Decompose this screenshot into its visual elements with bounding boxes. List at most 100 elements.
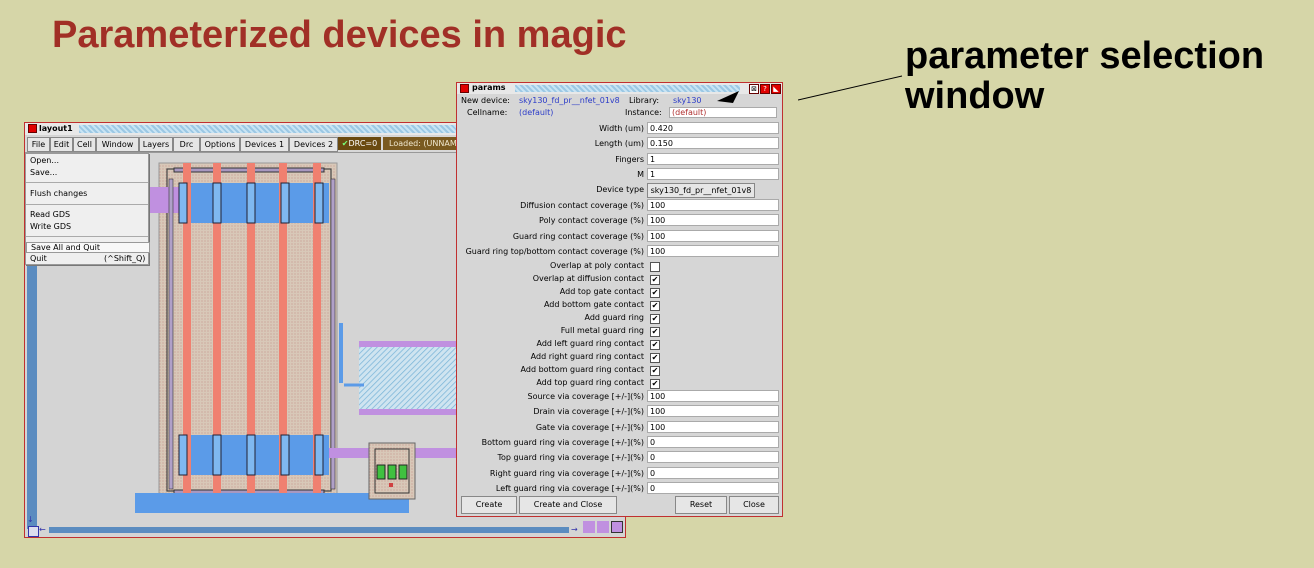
annotation-line-2: window xyxy=(905,75,1045,117)
menu-cell[interactable]: Cell xyxy=(73,137,96,152)
source-via-label: Source via coverage [+/-](%) xyxy=(527,392,644,401)
guard-ring-checkbox[interactable]: ✔ xyxy=(650,314,660,324)
checkbox-label: Add guard ring xyxy=(584,313,644,322)
params-window-title: params xyxy=(472,83,506,92)
menu-item-save-all-quit[interactable]: Save All and Quit xyxy=(26,242,150,253)
checkbox-label: Overlap at diffusion contact xyxy=(532,274,644,283)
layer-swatch-3[interactable] xyxy=(611,521,623,533)
metal-array-li-bottom xyxy=(359,409,469,415)
poly-coverage-label: Poly contact coverage (%) xyxy=(539,216,644,225)
instance-field[interactable]: (default) xyxy=(669,107,777,118)
m-label: M xyxy=(637,170,644,179)
device-type-selector[interactable]: sky130_fd_pr__nfet_01v8 xyxy=(647,183,755,198)
top-guard-via-input[interactable]: 0 xyxy=(647,451,779,463)
menu-layers[interactable]: Layers xyxy=(139,137,173,152)
checkbox-label: Add top gate contact xyxy=(559,287,644,296)
arrow-down-icon[interactable]: ↓ xyxy=(27,515,37,525)
source-via-input[interactable]: 100 xyxy=(647,390,779,402)
width-label: Width (um) xyxy=(599,124,644,133)
checkbox-label: Add bottom guard ring contact xyxy=(520,365,644,374)
library-value[interactable]: sky130 xyxy=(673,96,702,105)
right-guard-via-label: Right guard ring via coverage [+/-](%) xyxy=(489,469,644,478)
cursor-pointer-icon xyxy=(717,91,739,103)
callout-line xyxy=(798,75,903,101)
bottom-gate-contact-checkbox[interactable]: ✔ xyxy=(650,301,660,311)
help-icon[interactable]: ? xyxy=(760,84,770,94)
menu-devices-1[interactable]: Devices 1 xyxy=(240,137,289,152)
menu-devices-2[interactable]: Devices 2 xyxy=(289,137,338,152)
metal-array-region xyxy=(359,343,469,413)
top-gate-contact-checkbox[interactable]: ✔ xyxy=(650,288,660,298)
menu-separator xyxy=(26,204,148,205)
cellname-value[interactable]: (default) xyxy=(519,108,553,117)
horizontal-scrollbar[interactable] xyxy=(49,527,569,533)
source-contact-1 xyxy=(178,182,188,224)
left-guard-via-input[interactable]: 0 xyxy=(647,482,779,494)
right-guard-contact-checkbox[interactable]: ✔ xyxy=(650,353,660,363)
diffusion-coverage-input[interactable]: 100 xyxy=(647,199,779,211)
menu-item-open[interactable]: Open... xyxy=(30,156,59,165)
close-button[interactable]: Close xyxy=(729,496,779,514)
drain-contact-1 xyxy=(212,182,222,224)
checkbox-label: Overlap at poly contact xyxy=(550,261,644,270)
length-label: Length (um) xyxy=(594,139,644,148)
check-icon: ✔ xyxy=(341,139,349,148)
gate-via-input[interactable]: 100 xyxy=(647,421,779,433)
maximize-icon[interactable]: ◣ xyxy=(771,84,781,94)
menu-item-quit[interactable]: Quit xyxy=(30,254,47,263)
right-guard-via-input[interactable]: 0 xyxy=(647,467,779,479)
menu-edit[interactable]: Edit xyxy=(50,137,73,152)
menu-item-write-gds[interactable]: Write GDS xyxy=(30,222,71,231)
fingers-input[interactable]: 1 xyxy=(647,153,779,165)
bottom-guard-contact-checkbox[interactable]: ✔ xyxy=(650,366,660,376)
top-guard-contact-checkbox[interactable]: ✔ xyxy=(650,379,660,389)
close-icon[interactable] xyxy=(460,84,469,93)
reset-button[interactable]: Reset xyxy=(675,496,727,514)
menu-item-read-gds[interactable]: Read GDS xyxy=(30,210,70,219)
menu-item-quit-shortcut: (^Shift_Q) xyxy=(104,254,146,263)
gate-via-label: Gate via coverage [+/-](%) xyxy=(535,423,644,432)
guard-ring-coverage-input[interactable]: 100 xyxy=(647,230,779,242)
arrow-left-icon[interactable]: ← xyxy=(39,525,46,534)
source-contact-6 xyxy=(314,434,324,476)
arrow-right-icon[interactable]: → xyxy=(571,525,578,534)
overlap-diffusion-checkbox[interactable]: ✔ xyxy=(650,275,660,285)
layer-swatch-1[interactable] xyxy=(583,521,595,533)
menu-window[interactable]: Window xyxy=(96,137,139,152)
close-icon[interactable] xyxy=(28,124,37,133)
bottom-guard-via-input[interactable]: 0 xyxy=(647,436,779,448)
m-input[interactable]: 1 xyxy=(647,168,779,180)
layer-swatch-2[interactable] xyxy=(597,521,609,533)
menu-separator xyxy=(26,236,148,237)
menu-drc[interactable]: Drc xyxy=(173,137,200,152)
menu-options[interactable]: Options xyxy=(200,137,240,152)
create-button[interactable]: Create xyxy=(461,496,517,514)
full-metal-guard-ring-checkbox[interactable]: ✔ xyxy=(650,327,660,337)
new-device-value[interactable]: sky130_fd_pr__nfet_01v8 xyxy=(519,96,620,105)
small-device-contact-2 xyxy=(387,464,397,480)
drain-via-input[interactable]: 100 xyxy=(647,405,779,417)
file-menu-dropdown: Open... Save... Flush changes Read GDS W… xyxy=(25,153,150,265)
length-input[interactable]: 0.150 xyxy=(647,137,779,149)
annotation-label: parameter selection window xyxy=(905,36,1264,116)
drc-status-text: DRC=0 xyxy=(348,139,378,148)
drc-status[interactable]: ✔DRC=0 xyxy=(338,137,381,150)
poly-coverage-input[interactable]: 100 xyxy=(647,214,779,226)
minimize-icon[interactable]: ⊠ xyxy=(749,84,759,94)
menu-item-save[interactable]: Save... xyxy=(30,168,57,177)
create-and-close-button[interactable]: Create and Close xyxy=(519,496,617,514)
width-input[interactable]: 0.420 xyxy=(647,122,779,134)
overlap-poly-checkbox[interactable] xyxy=(650,262,660,272)
instance-label: Instance: xyxy=(625,108,662,117)
checkbox-label: Full metal guard ring xyxy=(560,326,644,335)
zoom-box-icon[interactable] xyxy=(28,526,39,537)
left-guard-contact-checkbox[interactable]: ✔ xyxy=(650,340,660,350)
guard-ring-tb-coverage-input[interactable]: 100 xyxy=(647,245,779,257)
menu-file[interactable]: File xyxy=(27,137,50,152)
drain-contact-3 xyxy=(212,434,222,476)
drain-contact-4 xyxy=(280,434,290,476)
menu-item-flush[interactable]: Flush changes xyxy=(30,189,87,198)
titlebar-drag-area[interactable] xyxy=(515,85,740,92)
source-contact-5 xyxy=(246,434,256,476)
source-contact-3 xyxy=(314,182,324,224)
